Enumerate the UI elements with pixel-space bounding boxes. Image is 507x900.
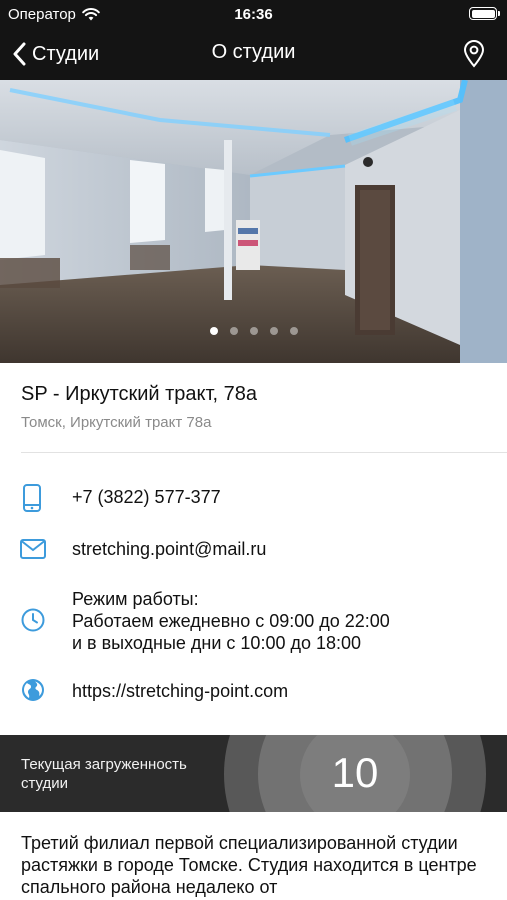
workload-value: 10 bbox=[331, 749, 379, 796]
navigation-bar: Студии О студии bbox=[0, 28, 507, 80]
email-row[interactable]: stretching.point@mail.ru bbox=[0, 537, 507, 561]
phone-row[interactable]: +7 (3822) 577-377 bbox=[0, 484, 507, 512]
gallery-dot-5[interactable] bbox=[289, 327, 298, 335]
studio-description: Третий филиал первой специализированной … bbox=[21, 833, 477, 897]
studio-name: SP - Иркутский тракт, 78а bbox=[21, 383, 257, 405]
map-pin-icon bbox=[463, 40, 485, 68]
globe-icon bbox=[22, 679, 44, 701]
phone-icon bbox=[23, 484, 41, 512]
studio-photo bbox=[0, 80, 507, 363]
battery-icon bbox=[469, 7, 500, 20]
gallery-dot-2[interactable] bbox=[229, 327, 238, 335]
workload-label: Текущая загруженность студии bbox=[21, 756, 187, 792]
divider bbox=[21, 452, 507, 453]
hours-title: Режим работы: bbox=[72, 589, 199, 609]
status-bar: Оператор 16:36 bbox=[0, 0, 507, 28]
website-row[interactable]: https://stretching-point.com bbox=[0, 678, 507, 704]
gallery-dot-3[interactable] bbox=[249, 327, 258, 335]
gallery-dot-1[interactable] bbox=[209, 327, 218, 335]
working-hours: Режим работы: Работаем ежедневно с 09:00… bbox=[72, 588, 390, 654]
map-pin-button[interactable] bbox=[463, 40, 485, 73]
status-time: 16:36 bbox=[234, 6, 273, 23]
gallery-dot-4[interactable] bbox=[269, 327, 278, 335]
clock-icon bbox=[21, 608, 45, 632]
gallery-pagination bbox=[0, 327, 507, 335]
studio-photo-gallery[interactable] bbox=[0, 80, 507, 363]
hours-row: Режим работы: Работаем ежедневно с 09:00… bbox=[0, 588, 507, 654]
mail-icon bbox=[20, 539, 46, 559]
hours-weekdays: Работаем ежедневно с 09:00 до 22:00 bbox=[72, 611, 390, 631]
workload-panel: Текущая загруженность студии 10 bbox=[0, 735, 507, 812]
hours-weekends: и в выходные дни с 10:00 до 18:00 bbox=[72, 633, 362, 653]
page-title: О студии bbox=[211, 41, 296, 63]
studio-address: Томск, Иркутский тракт 78а bbox=[21, 414, 212, 431]
phone-number[interactable]: +7 (3822) 577-377 bbox=[72, 487, 221, 508]
website-link[interactable]: https://stretching-point.com bbox=[72, 681, 288, 702]
email-address[interactable]: stretching.point@mail.ru bbox=[72, 539, 266, 560]
